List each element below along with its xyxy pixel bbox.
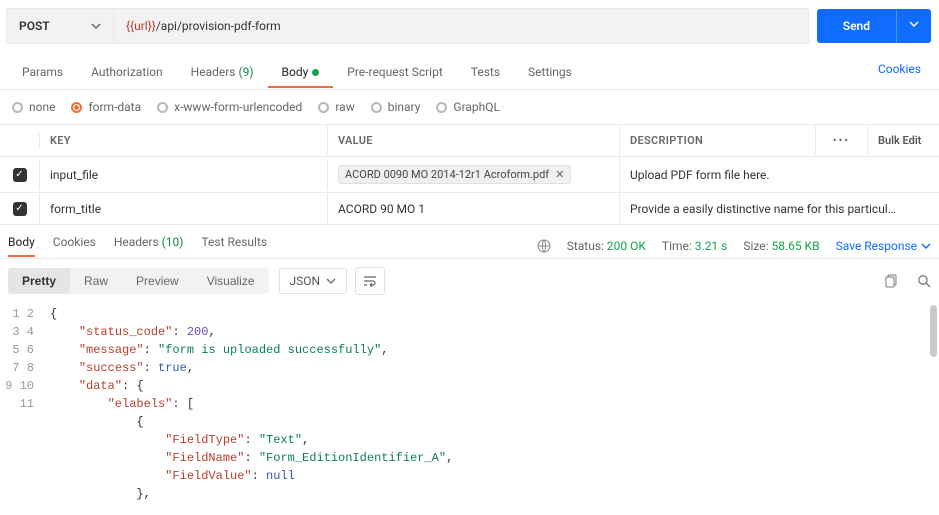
tab-body[interactable]: Body xyxy=(268,55,334,88)
view-preview[interactable]: Preview xyxy=(122,268,193,294)
response-tab-test-results[interactable]: Test Results xyxy=(201,235,267,257)
remove-file-icon[interactable]: ✕ xyxy=(555,168,564,181)
view-raw[interactable]: Raw xyxy=(70,268,122,294)
copy-icon[interactable] xyxy=(885,274,899,288)
status-value: 200 OK xyxy=(607,239,646,253)
url-path: /api/provision-pdf-form xyxy=(156,19,281,33)
request-url-input[interactable]: {{url}}/api/provision-pdf-form xyxy=(114,8,809,44)
json-code: { "status_code": 200, "message": "form i… xyxy=(46,303,453,515)
table-row: ✓ input_file ACORD 0090 MO 2014-12r1 Acr… xyxy=(0,157,939,193)
view-pretty[interactable]: Pretty xyxy=(8,268,70,294)
key-cell[interactable]: form_title xyxy=(40,194,328,224)
response-tab-body[interactable]: Body xyxy=(8,235,35,257)
modified-dot-icon xyxy=(312,69,319,76)
response-tab-headers[interactable]: Headers (10) xyxy=(114,235,184,257)
body-type-graphql[interactable]: GraphQL xyxy=(436,100,500,114)
http-method-value: POST xyxy=(19,19,50,33)
table-row: ✓ form_title ACORD 90 MO 1 Provide a eas… xyxy=(0,193,939,225)
body-type-xwww[interactable]: x-www-form-urlencoded xyxy=(157,100,302,114)
time-value: 3.21 s xyxy=(695,239,728,253)
tab-prerequest-script[interactable]: Pre-request Script xyxy=(333,55,456,88)
body-type-raw[interactable]: raw xyxy=(318,100,354,114)
value-cell[interactable]: ACORD 90 MO 1 xyxy=(328,194,620,224)
tab-tests[interactable]: Tests xyxy=(457,55,514,88)
chevron-down-icon xyxy=(91,21,101,31)
line-gutter: 1 2 3 4 5 6 7 8 9 10 11 xyxy=(0,303,46,515)
send-button[interactable]: Send xyxy=(817,9,896,43)
description-cell[interactable]: Upload PDF form file here. xyxy=(620,160,939,190)
language-select[interactable]: JSON xyxy=(279,268,348,294)
file-chip: ACORD 0090 MO 2014-12r1 Acroform.pdf ✕ xyxy=(338,165,571,184)
scrollbar-thumb[interactable] xyxy=(930,305,937,357)
body-type-none[interactable]: none xyxy=(12,100,55,114)
row-enable-checkbox[interactable]: ✓ xyxy=(13,168,27,182)
save-response-button[interactable]: Save Response xyxy=(836,239,931,253)
response-body-viewer[interactable]: 1 2 3 4 5 6 7 8 9 10 11 { "status_code":… xyxy=(0,303,939,515)
view-visualize[interactable]: Visualize xyxy=(193,268,269,294)
description-cell[interactable]: Provide a easily distinctive name for th… xyxy=(620,194,939,224)
tab-headers[interactable]: Headers (9) xyxy=(177,55,268,88)
size-value: 58.65 KB xyxy=(772,239,820,253)
column-options-button[interactable]: ••• xyxy=(816,126,868,155)
chevron-down-icon xyxy=(326,276,336,286)
form-data-table: KEY VALUE DESCRIPTION ••• Bulk Edit ✓ in… xyxy=(0,125,939,225)
url-variable: {{url}} xyxy=(126,19,156,33)
tab-settings[interactable]: Settings xyxy=(514,55,586,88)
cookies-link[interactable]: Cookies xyxy=(878,62,931,82)
col-description: DESCRIPTION xyxy=(620,126,816,155)
send-dropdown-button[interactable] xyxy=(896,9,931,43)
response-tab-cookies[interactable]: Cookies xyxy=(53,235,96,257)
bulk-edit-button[interactable]: Bulk Edit xyxy=(868,126,939,155)
search-icon[interactable] xyxy=(917,274,931,288)
col-value: VALUE xyxy=(328,126,620,155)
key-cell[interactable]: input_file xyxy=(40,160,328,190)
body-type-binary[interactable]: binary xyxy=(371,100,421,114)
wrap-lines-button[interactable] xyxy=(355,267,385,295)
http-method-select[interactable]: POST xyxy=(6,8,114,44)
tab-params[interactable]: Params xyxy=(8,55,77,88)
view-mode-segment: Pretty Raw Preview Visualize xyxy=(8,268,269,294)
row-enable-checkbox[interactable]: ✓ xyxy=(13,202,27,216)
tab-authorization[interactable]: Authorization xyxy=(77,55,177,88)
value-cell[interactable]: ACORD 0090 MO 2014-12r1 Acroform.pdf ✕ xyxy=(328,157,620,192)
col-key: KEY xyxy=(40,126,328,155)
network-info-icon[interactable] xyxy=(537,239,551,253)
body-type-form-data[interactable]: form-data xyxy=(71,100,141,114)
